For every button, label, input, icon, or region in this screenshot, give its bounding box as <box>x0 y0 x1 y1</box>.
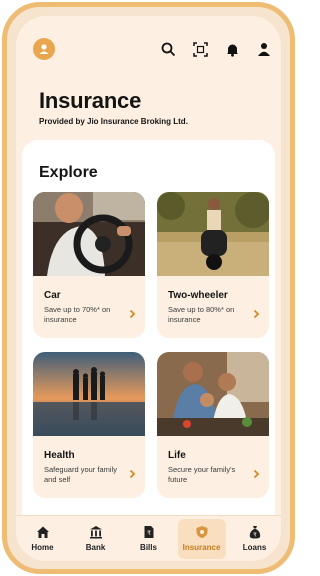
shield-icon <box>196 526 207 539</box>
bills-icon: ₹ <box>144 526 153 538</box>
page-subtitle: Provided by Jio Insurance Broking Ltd. <box>39 117 188 126</box>
nav-label-bills: Bills <box>140 543 157 552</box>
card-life-desc: Secure your family's future <box>168 465 236 484</box>
car-steering-photo <box>33 192 145 276</box>
card-car-desc: Save up to 70%* on insurance <box>44 305 111 324</box>
scooter-rider-photo <box>157 192 269 276</box>
app-screen: Insurance Provided by Jio Insurance Brok… <box>16 16 281 561</box>
explore-panel: Explore Car Save up to 70%* on insurance <box>22 140 275 540</box>
family-cooking-photo <box>157 352 269 436</box>
nav-label-bank: Bank <box>85 543 106 552</box>
home-icon <box>36 526 49 538</box>
card-car-name: Car <box>44 290 61 301</box>
profile-icon[interactable] <box>255 40 273 58</box>
card-car[interactable]: Car Save up to 70%* on insurance <box>33 192 145 338</box>
nav-item-bills[interactable]: ₹ Bills <box>125 519 173 559</box>
card-life[interactable]: Life Secure your family's future <box>157 352 269 498</box>
nav-item-loans[interactable]: ₹ Loans <box>231 519 279 559</box>
bell-icon[interactable] <box>223 40 241 58</box>
card-health-name: Health <box>44 450 75 461</box>
card-health[interactable]: Health Safeguard your family and self <box>33 352 145 498</box>
nav-item-insurance[interactable]: Insurance <box>177 518 226 559</box>
device-frame: Insurance Provided by Jio Insurance Brok… <box>2 2 295 574</box>
nav-label-home: Home <box>31 543 54 552</box>
chevron-right-icon <box>129 309 136 319</box>
card-life-name: Life <box>168 450 186 461</box>
top-bar <box>16 16 281 66</box>
card-two-wheeler-name: Two-wheeler <box>168 290 228 301</box>
bank-icon <box>89 526 102 539</box>
explore-heading: Explore <box>39 164 98 181</box>
search-icon[interactable] <box>159 40 177 58</box>
page-title: Insurance <box>39 88 142 113</box>
chevron-right-icon <box>129 469 136 479</box>
scan-icon[interactable] <box>191 40 209 58</box>
svg-text:₹: ₹ <box>253 532 257 539</box>
card-health-desc: Safeguard your family and self <box>44 465 117 484</box>
nav-label-loans: Loans <box>242 543 267 552</box>
beach-sunset-family-photo <box>33 352 145 436</box>
chevron-right-icon <box>253 469 260 479</box>
card-two-wheeler-desc: Save up to 80%* on insurance <box>168 305 235 324</box>
nav-label-insurance: Insurance <box>182 543 221 552</box>
avatar-icon[interactable] <box>33 38 55 60</box>
card-two-wheeler[interactable]: Two-wheeler Save up to 80%* on insurance <box>157 192 269 338</box>
nav-item-home[interactable]: Home <box>19 519 67 559</box>
loan-bag-icon: ₹ <box>249 526 260 539</box>
nav-item-bank[interactable]: Bank <box>72 519 120 559</box>
bottom-nav: Home Bank ₹ Bills Insurance ₹ Loans <box>16 515 281 561</box>
chevron-right-icon <box>253 309 260 319</box>
svg-text:₹: ₹ <box>147 530 151 537</box>
